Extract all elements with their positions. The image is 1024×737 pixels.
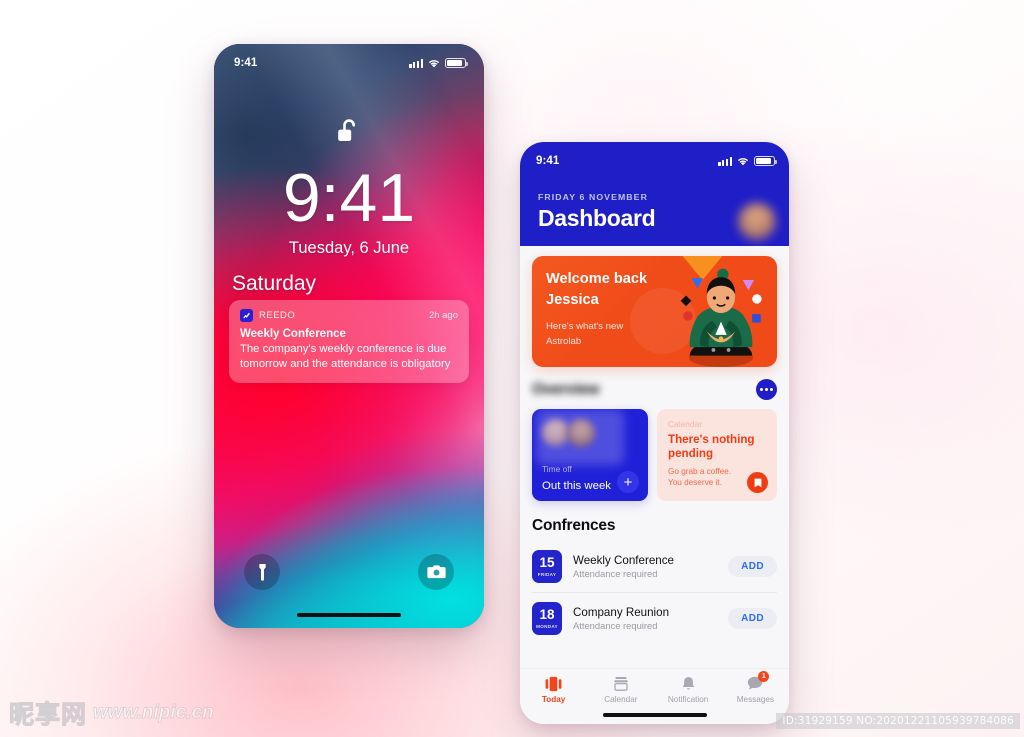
today-icon xyxy=(545,675,562,692)
conference-date-badge: 15 FRIDAY xyxy=(532,550,562,583)
time-off-avatars xyxy=(542,419,638,447)
conference-text: Weekly Conference Attendance required xyxy=(573,554,728,579)
unlocked-padlock-icon xyxy=(214,117,484,147)
clock-date: Tuesday, 6 June xyxy=(288,239,410,257)
battery-icon xyxy=(754,156,777,166)
lockscreen-clock: 9:41 Tuesday, 6 June xyxy=(214,164,484,258)
conference-note: Attendance required xyxy=(573,568,658,579)
dashboard-status-bar: 9:41 xyxy=(520,142,789,172)
status-bar-time: 9:41 xyxy=(536,155,560,167)
add-button[interactable]: ADD xyxy=(728,608,777,629)
status-bar-icons xyxy=(409,58,468,68)
conference-day: 15 xyxy=(539,555,555,571)
image-id-tag: ID:31929159 NO:20201221105939784086 xyxy=(776,713,1020,729)
status-bar-time: 9:41 xyxy=(234,57,258,69)
tab-label: Calendar xyxy=(604,695,638,704)
notification-header: REEDO 2h ago xyxy=(240,309,458,322)
time-off-card[interactable]: Time off Out this week + xyxy=(532,409,648,501)
plus-icon[interactable]: + xyxy=(617,471,639,493)
page-title: Dashboard xyxy=(538,205,656,231)
conference-date-badge: 18 MONDAY xyxy=(532,602,562,635)
wifi-icon xyxy=(428,59,440,68)
reedo-app-icon xyxy=(240,309,253,322)
avatar[interactable] xyxy=(738,203,776,241)
conference-name: Company Reunion xyxy=(573,606,670,619)
tab-label: Today xyxy=(541,695,566,704)
welcome-card[interactable]: Welcome back Jessica Here's what's new A… xyxy=(532,256,777,367)
pending-card-label: Calendar xyxy=(668,419,702,429)
dashboard-header: 9:41 FRIDAY 6 NOVEMBER Dashboard xyxy=(520,142,789,246)
notification-title: Weekly Conference xyxy=(240,328,346,340)
pending-card-title: There's nothing pending xyxy=(668,433,755,460)
status-badge: 1 xyxy=(758,671,770,682)
clock-time: 9:41 xyxy=(282,160,416,236)
bell-icon xyxy=(681,675,696,692)
lock-screen-phone: 9:41 9:41 Tuesday, 6 June Saturday REEDO… xyxy=(214,44,484,628)
person-meditating-illustration xyxy=(680,268,762,367)
watermark-url: www.nipic.cn xyxy=(93,702,215,724)
dashboard-body: Welcome back Jessica Here's what's new A… xyxy=(520,246,789,724)
day-label: Saturday xyxy=(232,272,317,295)
add-button[interactable]: ADD xyxy=(728,556,777,577)
chat-bubble-icon: 1 xyxy=(747,671,770,692)
conference-weekday: FRIDAY xyxy=(537,571,557,577)
notification-timestamp: 2h ago xyxy=(428,310,458,321)
conference-note: Attendance required xyxy=(573,620,658,631)
lockscreen-notification[interactable]: REEDO 2h ago Weekly Conference The compa… xyxy=(229,300,469,383)
home-indicator[interactable] xyxy=(602,712,707,717)
more-dots-icon[interactable] xyxy=(756,379,777,400)
flashlight-icon xyxy=(258,563,266,581)
home-indicator[interactable] xyxy=(297,612,401,617)
lockscreen-actions xyxy=(214,554,484,590)
tab-today[interactable]: Today xyxy=(520,675,587,704)
conference-weekday: MONDAY xyxy=(536,623,558,629)
list-item[interactable]: 15 FRIDAY Weekly Conference Attendance r… xyxy=(532,541,777,592)
camera-icon xyxy=(426,565,446,579)
bookmark-icon[interactable] xyxy=(747,472,768,493)
watermark-logo: 昵享网 xyxy=(8,700,88,730)
header-date: FRIDAY 6 NOVEMBER xyxy=(538,192,648,202)
tab-notification[interactable]: Notification xyxy=(655,675,722,704)
list-item[interactable]: 18 MONDAY Company Reunion Attendance req… xyxy=(532,592,777,644)
conference-text: Company Reunion Attendance required xyxy=(573,606,728,631)
cellular-bars-icon xyxy=(409,58,423,68)
time-off-label: Time off xyxy=(542,464,572,474)
lockscreen-status-bar: 9:41 xyxy=(214,44,484,74)
conference-day: 18 xyxy=(539,607,555,623)
wifi-icon xyxy=(737,157,749,166)
tab-label: Messages xyxy=(736,695,775,704)
overview-section-header: Overview xyxy=(532,379,777,400)
notification-app-name: REEDO xyxy=(259,310,296,321)
battery-icon xyxy=(445,58,468,68)
calendar-icon xyxy=(613,675,629,692)
conferences-title: Confrences xyxy=(532,517,616,534)
watermark: 昵享网 www.nipic.cn xyxy=(8,695,215,731)
tab-messages[interactable]: 1 Messages xyxy=(722,671,789,704)
status-bar-icons xyxy=(718,156,777,166)
notification-body: The company's weekly conference is due t… xyxy=(240,343,451,370)
tab-calendar[interactable]: Calendar xyxy=(587,675,654,704)
tab-label: Notification xyxy=(667,695,709,704)
overview-title: Overview xyxy=(532,380,600,398)
pending-card[interactable]: Calendar There's nothing pending Go grab… xyxy=(657,409,777,501)
flashlight-button[interactable] xyxy=(244,554,280,590)
conference-name: Weekly Conference xyxy=(573,554,674,567)
overview-cards: Time off Out this week + Calendar There'… xyxy=(532,409,777,501)
cellular-bars-icon xyxy=(718,156,732,166)
dashboard-phone: 9:41 FRIDAY 6 NOVEMBER Dashboard Welcome… xyxy=(520,142,789,724)
camera-button[interactable] xyxy=(418,554,454,590)
conferences-list: 15 FRIDAY Weekly Conference Attendance r… xyxy=(532,541,777,644)
time-off-value: Out this week xyxy=(542,480,612,492)
